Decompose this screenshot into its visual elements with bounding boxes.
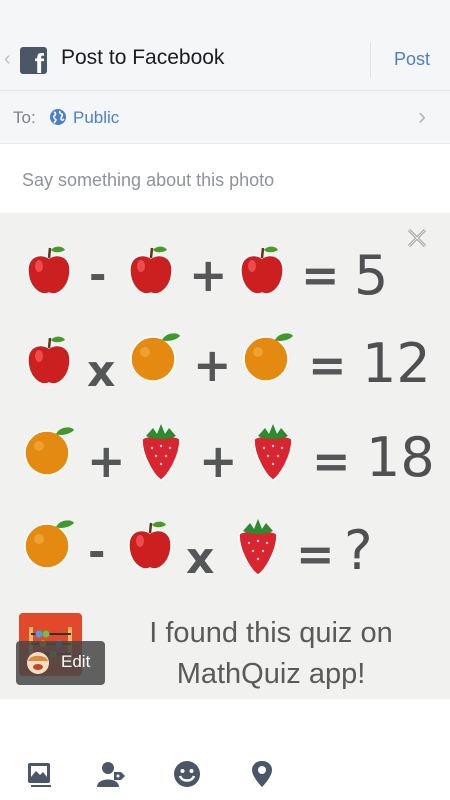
operator: x: [87, 346, 116, 397]
equals-sign: =: [296, 527, 335, 581]
caption-line: MathQuiz app!: [176, 658, 366, 690]
globe-icon: [50, 109, 66, 125]
status-bar: [0, 0, 450, 30]
equation-result: 12: [362, 332, 431, 395]
equation-result: ?: [344, 519, 373, 582]
edit-label: Edit: [61, 652, 91, 671]
page-title: Post to Facebook: [61, 46, 225, 69]
operator: +: [189, 248, 228, 302]
apple-icon: [238, 244, 286, 298]
operator: +: [87, 434, 126, 488]
to-label: To:: [13, 108, 36, 127]
chevron-right-icon: ›: [418, 103, 426, 130]
apple-icon: [127, 244, 175, 298]
operator: -: [88, 527, 106, 576]
operator: +: [199, 434, 238, 488]
strawberry-icon: [250, 422, 296, 482]
orange-icon: [128, 330, 182, 384]
feeling-icon[interactable]: [173, 760, 201, 788]
apple-icon: [25, 244, 73, 298]
operator: -: [89, 250, 107, 299]
facebook-logo-icon: f: [20, 47, 47, 74]
operator: +: [193, 338, 232, 392]
equation-row: + + = 18: [0, 420, 450, 500]
orange-icon: [22, 424, 76, 478]
quiz-caption: I found this quiz on MathQuiz app!: [96, 613, 446, 695]
audience-value: Public: [73, 108, 120, 127]
orange-icon: [22, 517, 76, 571]
composer-input[interactable]: Say something about this photo: [22, 170, 274, 191]
apple-icon: [126, 519, 174, 573]
equation-row: - + = 5: [0, 238, 450, 318]
equation-result: 18: [366, 426, 435, 489]
audience-selector[interactable]: To: Public ›: [0, 91, 450, 144]
equals-sign: =: [312, 434, 351, 488]
apple-icon: [25, 334, 73, 388]
header-divider: [370, 42, 371, 78]
equals-sign: =: [301, 248, 340, 302]
caption-line: I found this quiz on: [149, 617, 393, 649]
post-button[interactable]: Post: [394, 49, 430, 70]
sticker-face-icon: [27, 652, 49, 674]
equals-sign: =: [308, 338, 347, 392]
strawberry-icon: [138, 422, 184, 482]
attached-photo: - + = 5 x + = 12 + + = 18 - x = ? I foun…: [0, 213, 450, 699]
equation-row: - x = ?: [0, 513, 450, 593]
header: ‹ f Post to Facebook Post: [0, 30, 450, 91]
photo-icon[interactable]: [26, 760, 54, 788]
location-icon[interactable]: [248, 760, 276, 788]
orange-icon: [241, 330, 295, 384]
edit-photo-button[interactable]: Edit: [16, 641, 105, 685]
back-chevron-icon[interactable]: ‹: [4, 48, 11, 71]
equation-row: x + = 12: [0, 328, 450, 408]
equation-result: 5: [354, 244, 389, 307]
strawberry-icon: [235, 517, 281, 577]
operator: x: [186, 533, 215, 584]
composer-toolbar: [0, 740, 450, 800]
tag-people-icon[interactable]: [97, 760, 125, 788]
